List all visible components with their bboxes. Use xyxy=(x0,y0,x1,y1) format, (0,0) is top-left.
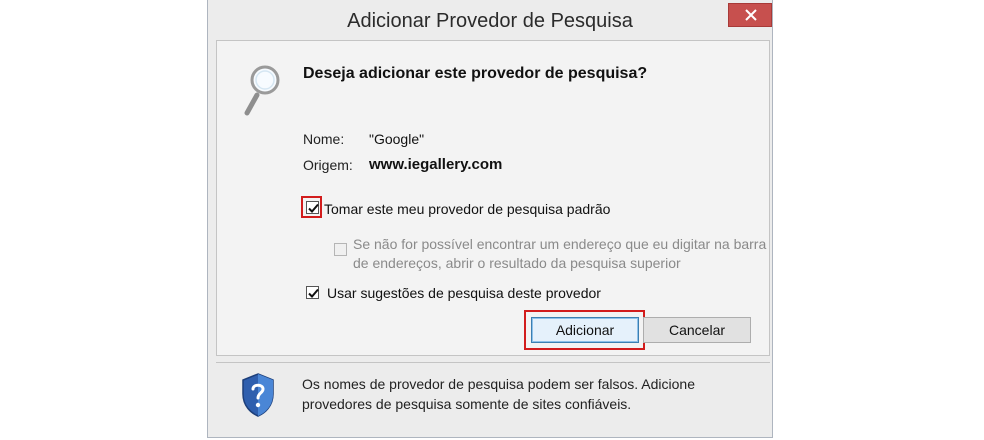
footer-divider xyxy=(216,362,770,363)
confirm-question: Deseja adicionar este provedor de pesqui… xyxy=(303,65,648,82)
add-search-provider-dialog: Adicionar Provedor de Pesquisa Deseja ad… xyxy=(207,0,773,438)
suggestions-label[interactable]: Usar sugestões de pesquisa deste provedo… xyxy=(327,285,601,301)
default-provider-checkbox[interactable] xyxy=(306,201,319,214)
dialog-title: Adicionar Provedor de Pesquisa xyxy=(347,10,633,32)
close-icon xyxy=(745,9,757,21)
origin-label: Origem: xyxy=(303,157,353,173)
address-bar-checkbox xyxy=(334,243,347,256)
warning-text: Os nomes de provedor de pesquisa podem s… xyxy=(302,376,696,412)
cancel-button[interactable]: Cancelar xyxy=(643,317,751,343)
checkmark-icon xyxy=(308,203,319,213)
add-button[interactable]: Adicionar xyxy=(531,317,639,343)
name-value: "Google" xyxy=(369,131,425,147)
address-bar-label: Se não for possível encontrar um endereç… xyxy=(353,236,767,271)
suggestions-checkbox[interactable] xyxy=(306,286,319,299)
default-provider-label[interactable]: Tomar este meu provedor de pesquisa padr… xyxy=(324,201,610,217)
origin-value: www.iegallery.com xyxy=(369,156,503,173)
name-label: Nome: xyxy=(303,131,345,147)
close-button[interactable] xyxy=(728,3,772,27)
magnifier-icon xyxy=(244,65,280,116)
shield-icon xyxy=(242,373,274,417)
dialog-content: Deseja adicionar este provedor de pesqui… xyxy=(216,40,770,356)
checkmark-icon xyxy=(308,288,319,298)
